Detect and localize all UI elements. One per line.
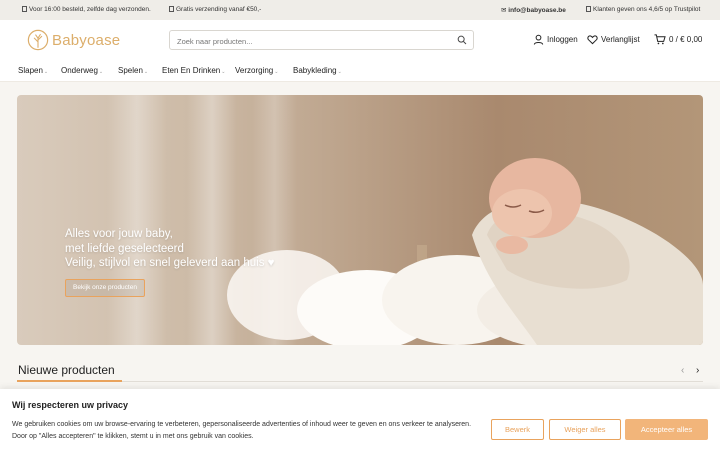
chevron-down-icon: ⌄ — [337, 69, 342, 75]
clock-icon — [22, 6, 27, 12]
hero-line-3: Veilig, stijlvol en snel geleverd aan hu… — [65, 257, 275, 269]
user-icon — [533, 34, 544, 45]
nav-label[interactable]: Onderweg — [61, 66, 98, 75]
free-shipping-notice: Gratis verzending vanaf €50,- — [169, 6, 261, 13]
nav-label[interactable]: Verzorging — [235, 66, 273, 75]
star-icon — [586, 6, 591, 12]
chevron-down-icon: ⌄ — [274, 69, 279, 75]
cart-link[interactable]: 0 / € 0,00 — [654, 34, 702, 45]
cookie-consent-banner: Wij respecteren uw privacy We gebruiken … — [0, 389, 720, 450]
login-label[interactable]: Inloggen — [547, 35, 578, 44]
truck-icon — [169, 6, 174, 12]
trustpilot-notice[interactable]: Klanten geven ons 4,6/5 op Trustpilot — [586, 6, 700, 13]
email-text[interactable]: info@babyoase.be — [508, 7, 566, 14]
hero-line-2: met liefde geselecteerd — [65, 242, 184, 255]
hero-line-1: Alles voor jouw baby, — [65, 228, 173, 240]
mail-icon: ✉ — [501, 7, 507, 14]
baby-on-cloud-image — [227, 158, 703, 345]
site-header: Babyoase Inloggen Verlanglijst 0 / € 0,0… — [0, 20, 720, 60]
section-title-underline — [17, 380, 122, 382]
trustpilot-text[interactable]: Klanten geven ons 4,6/5 op Trustpilot — [593, 6, 700, 13]
chevron-down-icon: ⌄ — [143, 69, 149, 75]
wishlist-link[interactable]: Verlanglijst — [587, 34, 640, 45]
logo[interactable]: Babyoase — [27, 28, 120, 52]
cookie-title: Wij respecteren uw privacy — [12, 400, 128, 410]
cookie-description: We gebruiken cookies om uw browse-ervari… — [12, 421, 472, 440]
nav-item-verzorging[interactable]: Verzorging⌄ — [235, 66, 278, 75]
hero-headline: Alles voor jouw baby, met liefde geselec… — [65, 227, 274, 271]
nav-item-spelen[interactable]: Spelen⌄ — [118, 66, 148, 75]
chevron-down-icon: ⌄ — [98, 69, 104, 75]
reject-all-button[interactable]: Weiger alles — [549, 419, 621, 440]
heart-icon — [587, 35, 598, 45]
cart-icon — [654, 34, 666, 45]
login-link[interactable]: Inloggen — [533, 34, 578, 45]
carousel-prev-arrow[interactable]: ‹ — [681, 365, 684, 376]
nav-label[interactable]: Spelen — [118, 66, 143, 75]
section-title: Nieuwe producten — [18, 363, 115, 377]
view-products-button[interactable]: Bekijk onze producten — [65, 279, 145, 297]
nav-label[interactable]: Slapen — [18, 66, 43, 75]
new-products-section: Nieuwe producten ‹ › — [17, 360, 703, 382]
free-shipping-text: Gratis verzending vanaf €50,- — [176, 6, 262, 13]
chevron-down-icon: ⌄ — [43, 69, 49, 75]
customize-cookies-button[interactable]: Bewerk — [491, 419, 544, 440]
hero-banner: Alles voor jouw baby, met liefde geselec… — [17, 95, 703, 345]
nav-item-eten-en-drinken[interactable]: Eten En Drinken⌄ — [162, 66, 225, 75]
search-input[interactable] — [170, 32, 440, 51]
accept-all-button[interactable]: Accepteer alles — [625, 419, 708, 440]
nav-label[interactable]: Eten En Drinken — [162, 66, 220, 75]
top-info-bar: Voor 16:00 besteld, zelfde dag verzonden… — [0, 0, 720, 20]
carousel-next-arrow[interactable]: › — [696, 365, 699, 376]
search-box[interactable] — [169, 30, 474, 51]
tree-logo-icon — [27, 29, 49, 51]
same-day-shipping-notice: Voor 16:00 besteld, zelfde dag verzonden… — [22, 6, 151, 13]
wishlist-label[interactable]: Verlanglijst — [601, 35, 640, 44]
nav-item-slapen[interactable]: Slapen⌄ — [18, 66, 48, 75]
nav-item-babykleding[interactable]: Babykleding⌄ — [293, 66, 342, 75]
same-day-text: Voor 16:00 besteld, zelfde dag verzonden… — [29, 6, 151, 13]
chevron-down-icon: ⌄ — [221, 69, 226, 75]
nav-label[interactable]: Babykleding — [293, 66, 337, 75]
logo-text: Babyoase — [52, 31, 121, 49]
main-navigation: Slapen⌄ Onderweg⌄ Spelen⌄ Eten En Drinke… — [0, 60, 720, 82]
search-icon[interactable] — [457, 35, 467, 45]
cart-total[interactable]: 0 / € 0,00 — [669, 35, 702, 44]
email-link[interactable]: ✉ info@babyoase.be — [501, 6, 566, 14]
nav-item-onderweg[interactable]: Onderweg⌄ — [61, 66, 103, 75]
